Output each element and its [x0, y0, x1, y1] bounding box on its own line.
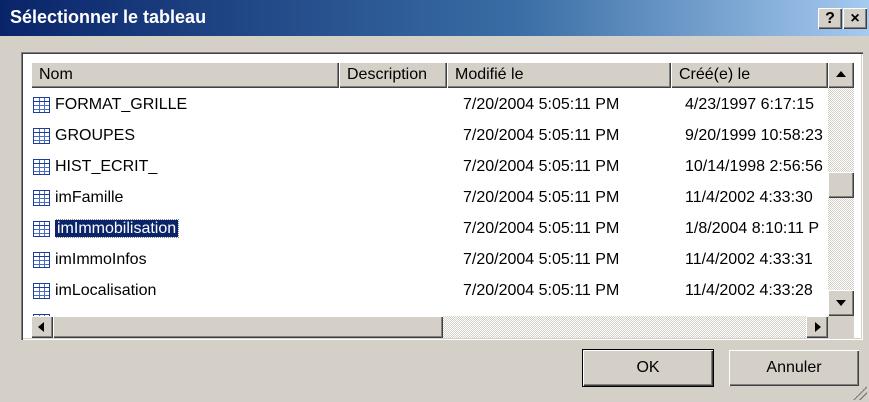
ok-button[interactable]: OK: [582, 349, 714, 387]
arrow-right-icon: [815, 322, 821, 332]
table-list[interactable]: Nom Description Modifié le Créé(e) le FO…: [21, 52, 863, 340]
table-icon: [33, 97, 50, 113]
table-icon: [33, 221, 50, 237]
resize-grip-icon[interactable]: [853, 386, 867, 400]
row-modified: 7/20/2004 5:05:11 PM: [463, 96, 620, 113]
row-created: 11/4/2002 4:33:28: [685, 282, 813, 299]
column-header-modifie[interactable]: Modifié le: [447, 62, 671, 88]
row-created: 10/14/1998 2:56:56: [685, 158, 823, 175]
horizontal-scroll-thumb[interactable]: [53, 316, 443, 338]
table-row[interactable]: FORMAT_GRILLE 7/20/2004 5:05:11 PM 4/23/…: [31, 89, 828, 120]
row-modified: 7/20/2004 5:05:11 PM: [463, 189, 620, 206]
table-icon: [33, 128, 50, 144]
row-name: GROUPES: [55, 127, 136, 144]
scroll-up-button[interactable]: [828, 62, 854, 88]
column-header-description[interactable]: Description: [339, 62, 447, 88]
row-created: 1/8/2004 8:10:11 P: [685, 220, 820, 237]
scroll-left-button[interactable]: [31, 316, 53, 338]
table-row[interactable]: GROUPES 7/20/2004 5:05:11 PM 9/20/1999 1…: [31, 120, 828, 151]
scroll-thumb[interactable]: [828, 172, 854, 198]
row-created: 11/4/2002 4:33:31: [685, 251, 813, 268]
cancel-button[interactable]: Annuler: [729, 350, 859, 386]
table-icon: [33, 159, 50, 175]
scroll-corner: [828, 316, 854, 338]
row-name: HIST_ECRIT_: [55, 158, 158, 175]
arrow-left-icon: [38, 322, 44, 332]
scroll-down-button[interactable]: [828, 290, 854, 316]
table-icon: [33, 283, 50, 299]
row-created: 9/20/1999 10:58:23: [685, 127, 823, 144]
row-modified: 7/20/2004 5:05:11 PM: [463, 127, 620, 144]
row-modified: 7/20/2004 5:05:11 PM: [463, 282, 620, 299]
table-row[interactable]: imFamille 7/20/2004 5:05:11 PM 11/4/2002…: [31, 182, 828, 213]
row-created: 4/23/1997 6:17:15: [685, 96, 815, 113]
vertical-scrollbar[interactable]: [828, 62, 854, 316]
help-button[interactable]: ?: [818, 8, 842, 29]
row-created: 11/4/2002 4:33:30: [685, 189, 813, 206]
table-row[interactable]: imLocalisation 7/20/2004 5:05:11 PM 11/4…: [31, 275, 828, 306]
arrow-down-icon: [836, 300, 846, 306]
scroll-right-button[interactable]: [806, 316, 828, 338]
column-header-cree[interactable]: Créé(e) le: [671, 62, 828, 88]
row-name: imImmobilisation: [55, 213, 345, 244]
close-button[interactable]: ×: [843, 8, 867, 29]
row-name: imLocalisation: [55, 282, 157, 299]
table-row[interactable]: HIST_ECRIT_ 7/20/2004 5:05:11 PM 10/14/1…: [31, 151, 828, 182]
selected-row-label: imImmobilisation: [55, 219, 180, 238]
arrow-up-icon: [836, 71, 846, 77]
row-modified: 7/20/2004 5:05:11 PM: [463, 251, 620, 268]
table-row-selected[interactable]: imImmobilisation 7/20/2004 5:05:11 PM 1/…: [31, 213, 828, 244]
table-icon: [33, 252, 50, 268]
title-bar: Sélectionner le tableau ? ×: [0, 0, 869, 36]
table-row[interactable]: imImmoInfos 7/20/2004 5:05:11 PM 11/4/20…: [31, 244, 828, 275]
row-modified: 7/20/2004 5:05:11 PM: [463, 158, 620, 175]
row-name: imImmoInfos: [55, 251, 147, 268]
row-name: FORMAT_GRILLE: [55, 96, 188, 113]
row-name: imFamille: [55, 189, 124, 206]
window-title: Sélectionner le tableau: [10, 7, 207, 27]
row-modified: 7/20/2004 5:05:11 PM: [463, 220, 620, 237]
table-icon: [33, 190, 50, 206]
column-header-nom[interactable]: Nom: [31, 62, 339, 88]
table-row-partial: [31, 306, 828, 316]
horizontal-scrollbar[interactable]: [31, 316, 828, 338]
